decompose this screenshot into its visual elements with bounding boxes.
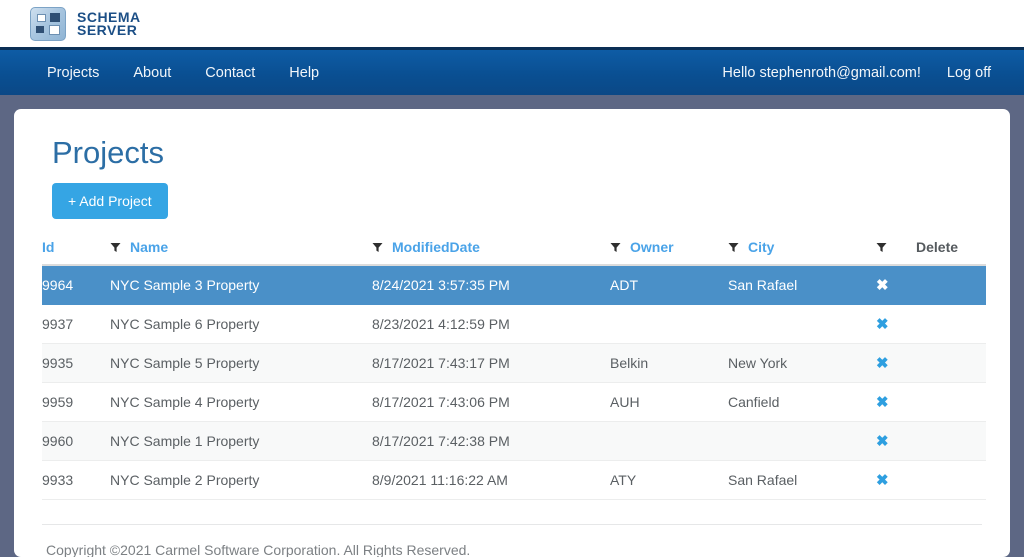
brand-header: SCHEMA SERVER [0,0,1024,47]
cell-city: San Rafael [728,265,876,305]
column-header-delete: Delete [876,233,986,266]
cell-delete: ✖ [876,265,986,305]
nav-links: Projects About Contact Help [30,65,336,81]
projects-table: Id Name ModifiedDate Owner City Delete 9… [42,233,986,500]
cell-delete: ✖ [876,460,986,500]
cell-owner [610,304,728,344]
cell-modifieddate: 8/23/2021 4:12:59 PM [372,304,610,344]
column-header-id: Id [42,233,110,266]
cell-delete: ✖ [876,304,986,344]
sort-link-id[interactable]: Id [42,239,54,255]
cell-name: NYC Sample 3 Property [110,265,372,305]
cell-name: NYC Sample 5 Property [110,343,372,383]
nav-item-about[interactable]: About [116,65,188,81]
table-row[interactable]: 9964 NYC Sample 3 Property 8/24/2021 3:57:… [42,265,986,305]
cell-city [728,304,876,344]
cell-delete: ✖ [876,382,986,422]
x-delete-icon[interactable]: ✖ [876,393,889,411]
page-body: Projects + Add Project Id Name ModifiedD… [0,95,1024,557]
schema-server-logo-icon [30,6,66,41]
cell-modifieddate: 8/17/2021 7:42:38 PM [372,421,610,461]
cell-name: NYC Sample 4 Property [110,382,372,422]
table-row[interactable]: 9937 NYC Sample 6 Property 8/23/2021 4:12:… [42,304,986,344]
cell-id: 9959 [42,382,110,422]
nav-item-projects[interactable]: Projects [30,65,116,81]
x-delete-icon[interactable]: ✖ [876,315,889,333]
column-header-delete-label: Delete [916,239,959,255]
cell-owner [610,421,728,461]
cell-delete: ✖ [876,343,986,383]
cell-owner: ADT [610,265,728,305]
column-header-modifieddate: ModifiedDate [372,233,610,266]
cell-city: San Rafael [728,460,876,500]
log-off-button[interactable]: Log off [934,65,1004,81]
x-delete-icon[interactable]: ✖ [876,471,889,489]
cell-city: Canfield [728,382,876,422]
cell-owner: AUH [610,382,728,422]
x-delete-icon[interactable]: ✖ [876,354,889,372]
nav-item-contact[interactable]: Contact [188,65,272,81]
user-greeting-link[interactable]: Hello stephenroth@gmail.com! [709,65,933,81]
column-header-city: City [728,233,876,266]
cell-owner: ATY [610,460,728,500]
x-delete-icon[interactable]: ✖ [876,432,889,450]
filter-funnel-icon-name[interactable] [372,242,383,253]
column-header-name: Name [110,233,372,266]
cell-name: NYC Sample 2 Property [110,460,372,500]
x-delete-icon[interactable]: ✖ [876,276,889,294]
cell-modifieddate: 8/17/2021 7:43:17 PM [372,343,610,383]
cell-city: New York [728,343,876,383]
sort-link-modifieddate[interactable]: ModifiedDate [392,239,480,255]
add-project-button[interactable]: + Add Project [52,183,168,219]
table-row[interactable]: 9959 NYC Sample 4 Property 8/17/2021 7:43:… [42,382,986,422]
cell-modifieddate: 8/24/2021 3:57:35 PM [372,265,610,305]
filter-funnel-icon-id[interactable] [110,242,121,253]
filter-funnel-icon-modifieddate[interactable] [610,242,621,253]
main-navbar: Projects About Contact Help Hello stephe… [0,47,1024,95]
table-row[interactable]: 9960 NYC Sample 1 Property 8/17/2021 7:42:… [42,421,986,461]
cell-city [728,421,876,461]
sort-link-name[interactable]: Name [130,239,168,255]
cell-id: 9933 [42,460,110,500]
content-card: Projects + Add Project Id Name ModifiedD… [14,109,1010,557]
filter-funnel-icon-city[interactable] [876,242,887,253]
column-header-owner: Owner [610,233,728,266]
cell-name: NYC Sample 6 Property [110,304,372,344]
sort-link-owner[interactable]: Owner [630,239,674,255]
nav-item-help[interactable]: Help [272,65,336,81]
footer-copyright: Copyright ©2021 Carmel Software Corporat… [42,524,982,557]
table-header-row: Id Name ModifiedDate Owner City Delete [42,233,986,266]
cell-modifieddate: 8/17/2021 7:43:06 PM [372,382,610,422]
cell-id: 9964 [42,265,110,305]
cell-delete: ✖ [876,421,986,461]
cell-id: 9937 [42,304,110,344]
table-row[interactable]: 9935 NYC Sample 5 Property 8/17/2021 7:43:… [42,343,986,383]
brand-line-2: SERVER [77,21,138,38]
cell-name: NYC Sample 1 Property [110,421,372,461]
table-body: 9964 NYC Sample 3 Property 8/24/2021 3:57:… [42,265,986,500]
nav-user-area: Hello stephenroth@gmail.com! Log off [709,65,1004,81]
page-title: Projects [52,135,164,170]
cell-owner: Belkin [610,343,728,383]
cell-id: 9935 [42,343,110,383]
cell-id: 9960 [42,421,110,461]
filter-funnel-icon-owner[interactable] [728,242,739,253]
table-row[interactable]: 9933 NYC Sample 2 Property 8/9/2021 11:16:… [42,460,986,500]
sort-link-city[interactable]: City [748,239,774,255]
brand-wordmark: SCHEMA SERVER [77,10,141,38]
cell-modifieddate: 8/9/2021 11:16:22 AM [372,460,610,500]
